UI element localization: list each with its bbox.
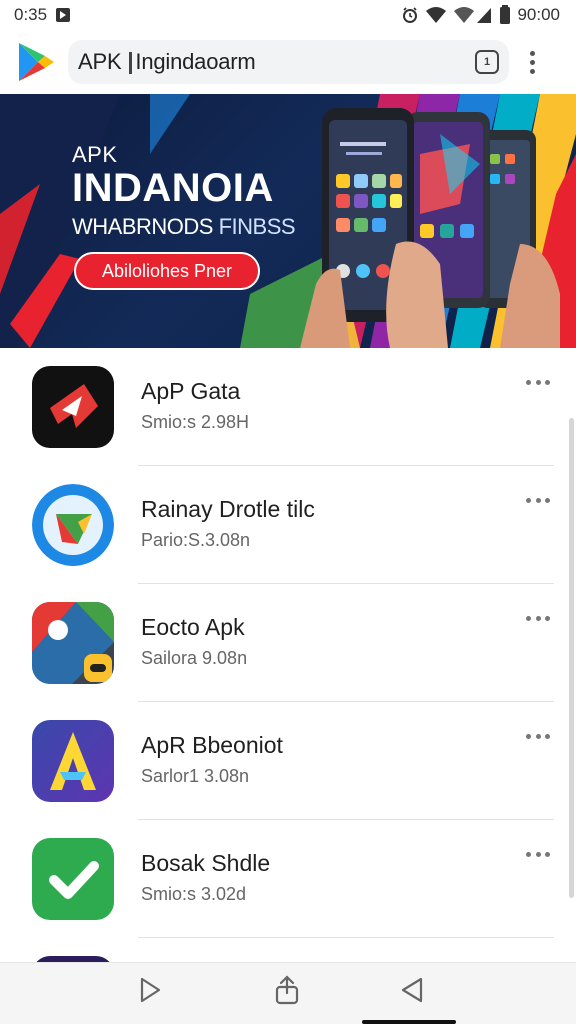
list-item[interactable]: ApR Bbeoniot Sarlor1 3.08n bbox=[0, 702, 560, 820]
url-text[interactable]: APK Ingindaoarm bbox=[78, 49, 475, 75]
home-indicator[interactable] bbox=[362, 1020, 456, 1024]
status-left: 0:35 bbox=[14, 5, 71, 25]
list-item[interactable]: Rainay Drotle tilc Pario:S.3.08n bbox=[0, 466, 560, 584]
menu-dot bbox=[529, 68, 535, 74]
app-meta: Smio:s 2.98H bbox=[141, 412, 250, 432]
banner-title: INDANOIA bbox=[72, 166, 274, 210]
banner-subtitle-a: WHABRNODS bbox=[72, 214, 213, 239]
list-item-partial[interactable] bbox=[0, 938, 560, 962]
app-name: ApR Bbeoniot bbox=[141, 732, 283, 758]
overflow-menu-button[interactable] bbox=[517, 40, 547, 84]
app-icon-blue-chevron[interactable] bbox=[32, 484, 114, 566]
list-item[interactable]: Eocto Apk Sailora 9.08n bbox=[0, 584, 560, 702]
status-clock-right: 90:00 bbox=[517, 5, 560, 24]
app-meta: Sarlor1 3.08n bbox=[141, 766, 250, 786]
list-item[interactable]: ApP Gata Smio:s 2.98H bbox=[0, 348, 560, 466]
scrollbar[interactable] bbox=[569, 418, 574, 898]
app-icon-red-arrow[interactable] bbox=[32, 366, 114, 448]
app-meta: Smio:s 3.02d bbox=[141, 884, 247, 904]
app-icon-letter-a[interactable] bbox=[32, 720, 114, 802]
app-list: ApP Gata Smio:s 2.98H Rainay Drotle tilc… bbox=[0, 348, 576, 962]
banner-cta-button[interactable]: Abiloliohes Pner bbox=[74, 252, 260, 290]
url-field[interactable]: APK Ingindaoarm 1 bbox=[68, 40, 509, 84]
app-name: Rainay Drotle tilc bbox=[141, 496, 315, 522]
more-options-icon[interactable] bbox=[524, 492, 552, 508]
app-icon-colorful-tiles[interactable] bbox=[32, 602, 114, 684]
app-name: Eocto Apk bbox=[141, 614, 245, 640]
more-options-icon[interactable] bbox=[524, 728, 552, 744]
app-icon-green-check[interactable] bbox=[32, 838, 114, 920]
tab-switcher-button[interactable]: 1 bbox=[475, 50, 499, 74]
status-time: 0:35 bbox=[14, 5, 48, 24]
app-meta: Sailora 9.08n bbox=[141, 648, 248, 668]
share-icon[interactable] bbox=[272, 975, 302, 1005]
menu-dot bbox=[529, 59, 535, 65]
tab-count: 1 bbox=[483, 56, 491, 68]
promo-banner[interactable]: APK INDANOIA WHABRNODS FINBSS Abiloliohe… bbox=[0, 94, 576, 348]
url-query: Ingindaoarm bbox=[135, 49, 256, 74]
signal-icon bbox=[453, 6, 493, 24]
more-options-icon[interactable] bbox=[524, 374, 552, 390]
text-caret bbox=[129, 52, 133, 75]
notification-icon bbox=[55, 7, 71, 23]
status-bar: 0:35 90:00 bbox=[0, 0, 576, 30]
play-icon[interactable] bbox=[135, 975, 165, 1005]
battery-icon bbox=[499, 5, 511, 25]
app-name: ApP Gata bbox=[141, 378, 241, 404]
alarm-icon bbox=[401, 6, 419, 24]
more-options-icon[interactable] bbox=[524, 610, 552, 626]
banner-subtitle-b: FINBSS bbox=[218, 214, 296, 239]
wifi-icon bbox=[425, 6, 447, 24]
status-right: 90:00 bbox=[401, 5, 560, 25]
back-icon[interactable] bbox=[397, 975, 427, 1005]
app-meta: Pario:S.3.08n bbox=[141, 530, 251, 550]
url-prefix: APK bbox=[78, 49, 122, 74]
browser-toolbar: APK Ingindaoarm 1 bbox=[0, 30, 576, 94]
bottom-nav bbox=[0, 962, 576, 1024]
play-store-logo[interactable] bbox=[16, 40, 56, 84]
banner-kicker: APK bbox=[72, 142, 118, 167]
list-item[interactable]: Bosak Shdle Smio:s 3.02d bbox=[0, 820, 560, 938]
menu-dot bbox=[529, 50, 535, 56]
app-name: Bosak Shdle bbox=[141, 850, 271, 876]
more-options-icon[interactable] bbox=[524, 846, 552, 862]
banner-subtitle: WHABRNODS FINBSS bbox=[72, 214, 296, 240]
